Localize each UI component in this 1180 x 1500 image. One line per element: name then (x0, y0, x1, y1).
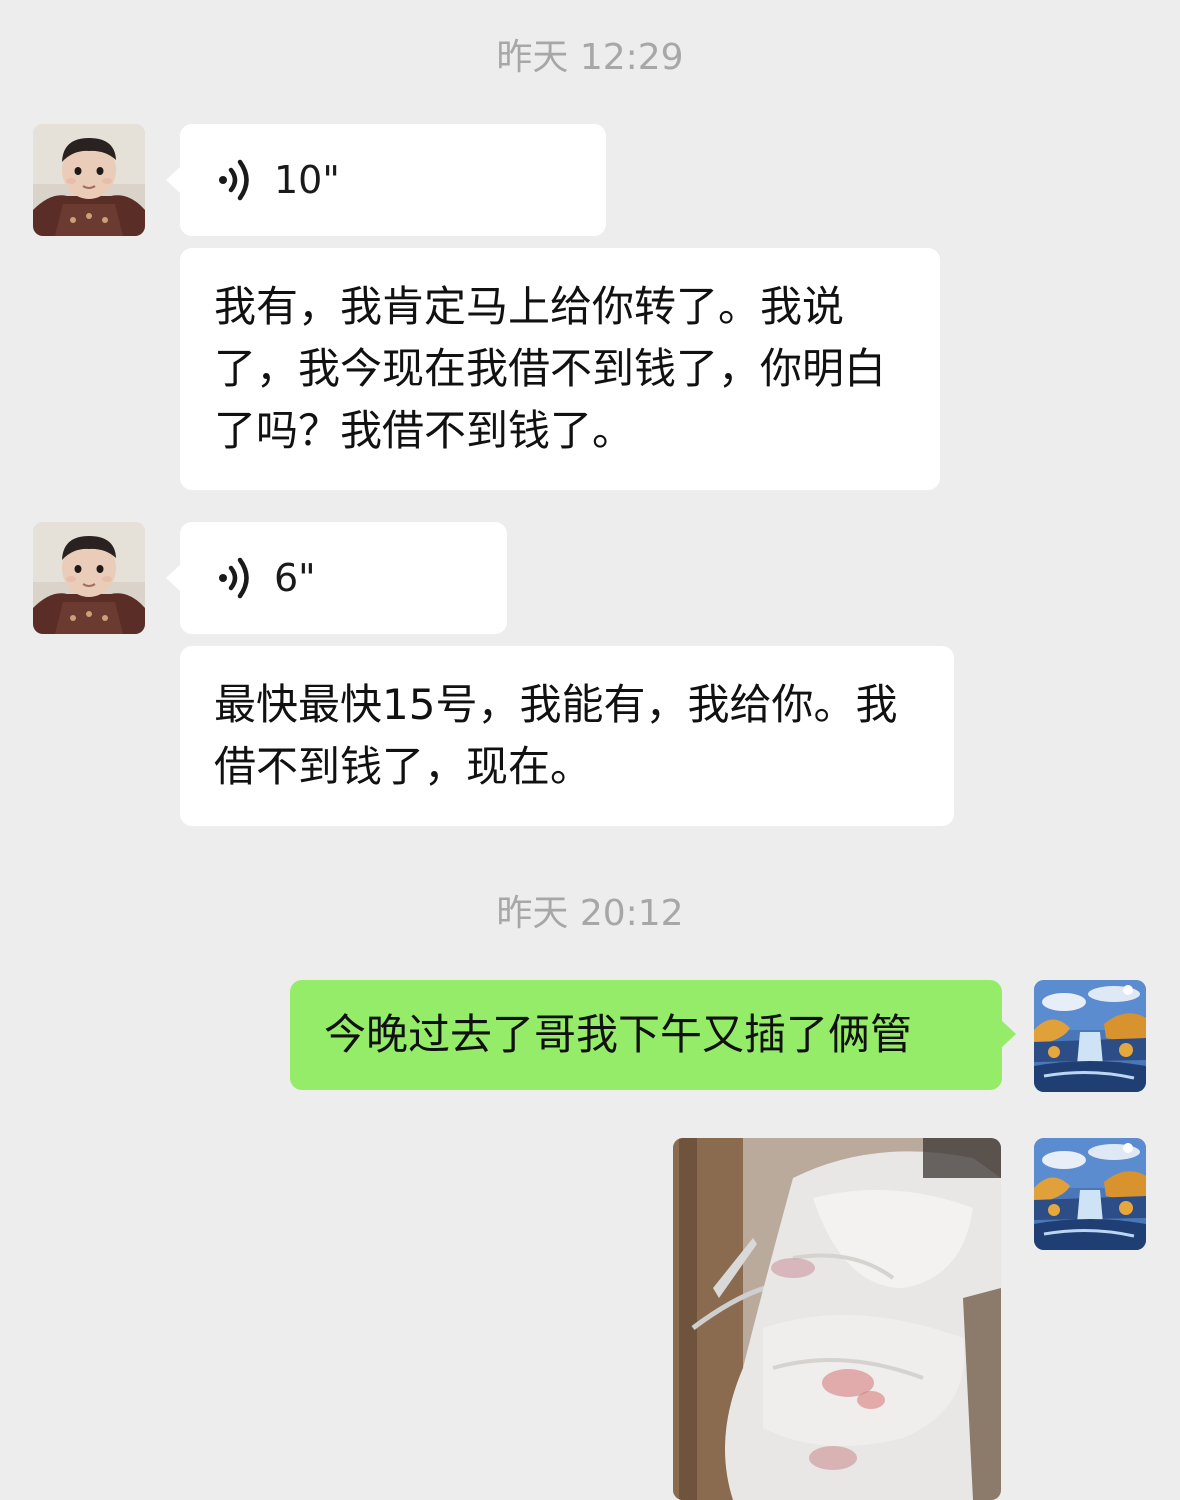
voice-message-bubble[interactable]: 10" (166, 124, 606, 236)
voice-duration: 6" (274, 556, 316, 600)
photo-thumbnail (673, 1138, 1001, 1500)
message-text: 最快最快15号，我能有，我给你。我借不到钱了，现在。 (214, 680, 898, 791)
voice-wave-icon (216, 158, 256, 202)
outgoing-text-bubble[interactable]: 今晚过去了哥我下午又插了俩管 (290, 980, 1016, 1090)
text-message-bubble[interactable]: 最快最快15号，我能有，我给你。我借不到钱了，现在。 (180, 646, 954, 826)
message-text: 今晚过去了哥我下午又插了俩管 (324, 1010, 913, 1059)
contact-avatar[interactable] (33, 522, 145, 634)
message-text: 我有，我肯定马上给你转了。我说了，我今现在我借不到钱了，你明白了吗？我借不到钱了… (214, 282, 887, 455)
user-avatar[interactable] (1034, 1138, 1146, 1250)
user-avatar[interactable] (1034, 980, 1146, 1092)
voice-wave-icon (216, 556, 256, 600)
timestamp: 昨天 12:29 (496, 37, 684, 78)
voice-duration: 10" (274, 158, 340, 202)
contact-avatar[interactable] (33, 124, 145, 236)
text-message-bubble[interactable]: 我有，我肯定马上给你转了。我说了，我今现在我借不到钱了，你明白了吗？我借不到钱了… (180, 248, 940, 490)
voice-message-bubble[interactable]: 6" (166, 522, 507, 634)
timestamp: 昨天 20:12 (496, 893, 684, 934)
image-message[interactable] (673, 1138, 1001, 1500)
